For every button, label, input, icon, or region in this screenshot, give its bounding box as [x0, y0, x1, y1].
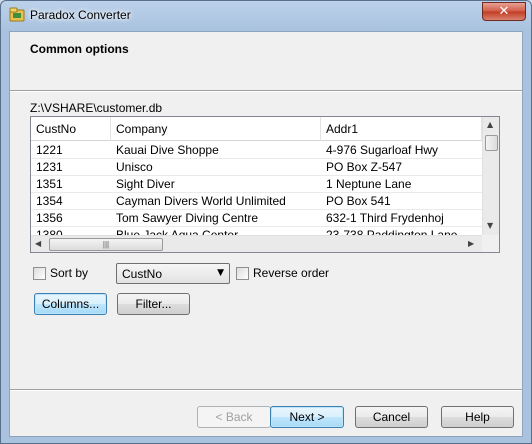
- scroll-corner: [482, 235, 499, 252]
- table-row[interactable]: 1231 Unisco PO Box Z-547: [31, 159, 482, 176]
- cell-company: Tom Sawyer Diving Centre: [116, 211, 259, 225]
- horizontal-scrollbar[interactable]: ◀ ||| ▶: [31, 235, 482, 252]
- app-icon: [9, 7, 25, 22]
- column-header-company[interactable]: Company: [111, 117, 321, 141]
- sort-by-label: Sort by: [50, 266, 89, 280]
- window-title: Paradox Converter: [30, 8, 131, 22]
- table-row[interactable]: 1356 Tom Sawyer Diving Centre 632-1 Third …: [31, 210, 482, 227]
- cell-company: Cayman Divers World Unlimited: [116, 194, 286, 208]
- header-panel: Common options: [10, 32, 522, 90]
- sort-field-value: CustNo: [122, 267, 163, 281]
- chevron-down-icon: ▼: [217, 268, 224, 278]
- grid-header: CustNo Company Addr1: [31, 117, 482, 141]
- cell-company: Unisco: [116, 160, 153, 174]
- cell-addr1: 4-976 Sugarloaf Hwy: [326, 143, 439, 157]
- cell-custno: 1221: [36, 143, 63, 157]
- data-grid[interactable]: CustNo Company Addr1 1221 Kauai Dive Shop…: [30, 116, 500, 253]
- reverse-order-label: Reverse order: [253, 266, 330, 280]
- scroll-right-icon[interactable]: ▶: [468, 239, 474, 248]
- scroll-down-icon[interactable]: ▼: [487, 221, 493, 230]
- help-button[interactable]: Help: [441, 406, 514, 428]
- column-header-custno[interactable]: CustNo: [31, 117, 111, 141]
- cell-custno: 1354: [36, 194, 63, 208]
- title-bar[interactable]: Paradox Converter ✕: [1, 1, 531, 29]
- vertical-scrollbar[interactable]: ▲ ▼: [482, 117, 499, 235]
- sort-field-select[interactable]: CustNo ▼: [116, 263, 230, 284]
- scroll-up-icon[interactable]: ▲: [487, 120, 493, 129]
- file-path-label: Z:\VSHARE\customer.db: [30, 101, 163, 115]
- table-row[interactable]: 1351 Sight Diver 1 Neptune Lane: [31, 176, 482, 193]
- cell-addr1: 632-1 Third Frydenhoj: [326, 211, 444, 225]
- table-row[interactable]: 1354 Cayman Divers World Unlimited PO Box …: [31, 193, 482, 210]
- cell-company: Kauai Dive Shoppe: [116, 143, 219, 157]
- dialog-window: Paradox Converter ✕ Common options Z:\VS…: [0, 0, 532, 444]
- next-button[interactable]: Next >: [270, 406, 344, 428]
- table-row[interactable]: 1221 Kauai Dive Shoppe 4-976 Sugarloaf Hwy: [31, 142, 482, 159]
- close-icon: ✕: [498, 4, 510, 19]
- cell-custno: 1231: [36, 160, 63, 174]
- reverse-order-checkbox[interactable]: [236, 267, 249, 280]
- close-button[interactable]: ✕: [482, 2, 526, 21]
- horizontal-scroll-thumb[interactable]: |||: [49, 238, 163, 251]
- cell-addr1: PO Box 541: [326, 194, 391, 208]
- header-divider: [10, 90, 522, 92]
- sort-by-checkbox[interactable]: [33, 267, 46, 280]
- cell-addr1: PO Box Z-547: [326, 160, 403, 174]
- cancel-button[interactable]: Cancel: [355, 406, 428, 428]
- cell-custno: 1356: [36, 211, 63, 225]
- back-button[interactable]: < Back: [197, 406, 271, 428]
- cell-company: Sight Diver: [116, 177, 175, 191]
- columns-button[interactable]: Columns...: [34, 293, 107, 315]
- footer-divider: [10, 389, 522, 391]
- vertical-scroll-thumb[interactable]: [485, 135, 498, 151]
- wizard-body: Common options Z:\VSHARE\customer.db Cus…: [9, 31, 523, 437]
- filter-button[interactable]: Filter...: [117, 293, 190, 315]
- scroll-left-icon[interactable]: ◀: [35, 239, 41, 248]
- cell-custno: 1351: [36, 177, 63, 191]
- page-title: Common options: [30, 42, 129, 56]
- column-header-addr1[interactable]: Addr1: [321, 117, 482, 141]
- cell-addr1: 1 Neptune Lane: [326, 177, 412, 191]
